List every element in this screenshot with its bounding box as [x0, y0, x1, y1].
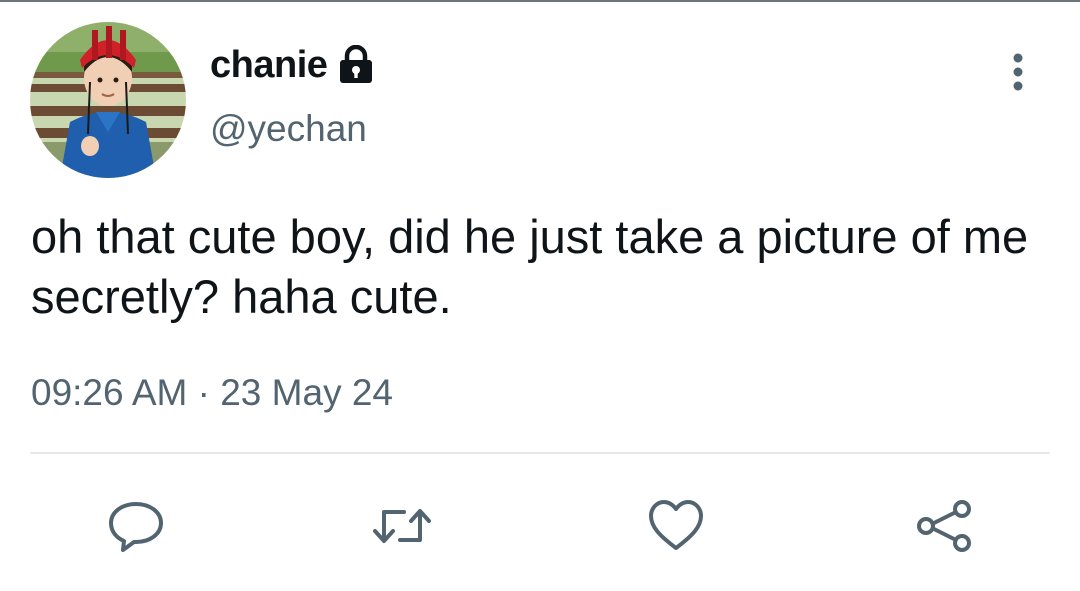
- more-options-button[interactable]: [998, 50, 1038, 94]
- reply-button[interactable]: [106, 498, 166, 554]
- tweet-text: oh that cute boy, did he just take a pic…: [31, 210, 1029, 323]
- avatar-photo: [30, 22, 186, 178]
- lock-icon: [337, 44, 375, 85]
- retweet-icon: [373, 509, 431, 543]
- more-vertical-icon: [1013, 53, 1023, 91]
- actions-divider: [30, 452, 1050, 454]
- tweet-date: 23 May 24: [220, 372, 394, 413]
- top-divider: [0, 0, 1080, 2]
- display-name[interactable]: chanie: [210, 44, 328, 87]
- retweet-button[interactable]: [372, 498, 432, 554]
- like-button[interactable]: [646, 498, 706, 554]
- avatar[interactable]: [30, 22, 186, 178]
- tweet-time: 09:26 AM: [31, 372, 188, 413]
- share-button[interactable]: [914, 498, 974, 554]
- tweet-timestamp[interactable]: 09:26 AM · 23 May 24: [31, 372, 393, 414]
- author-handle[interactable]: @yechan: [210, 108, 367, 150]
- author-row[interactable]: chanie: [210, 40, 375, 90]
- reply-icon: [109, 502, 163, 552]
- heart-icon: [649, 500, 703, 550]
- share-icon: [917, 500, 971, 552]
- meta-separator: ·: [197, 372, 210, 413]
